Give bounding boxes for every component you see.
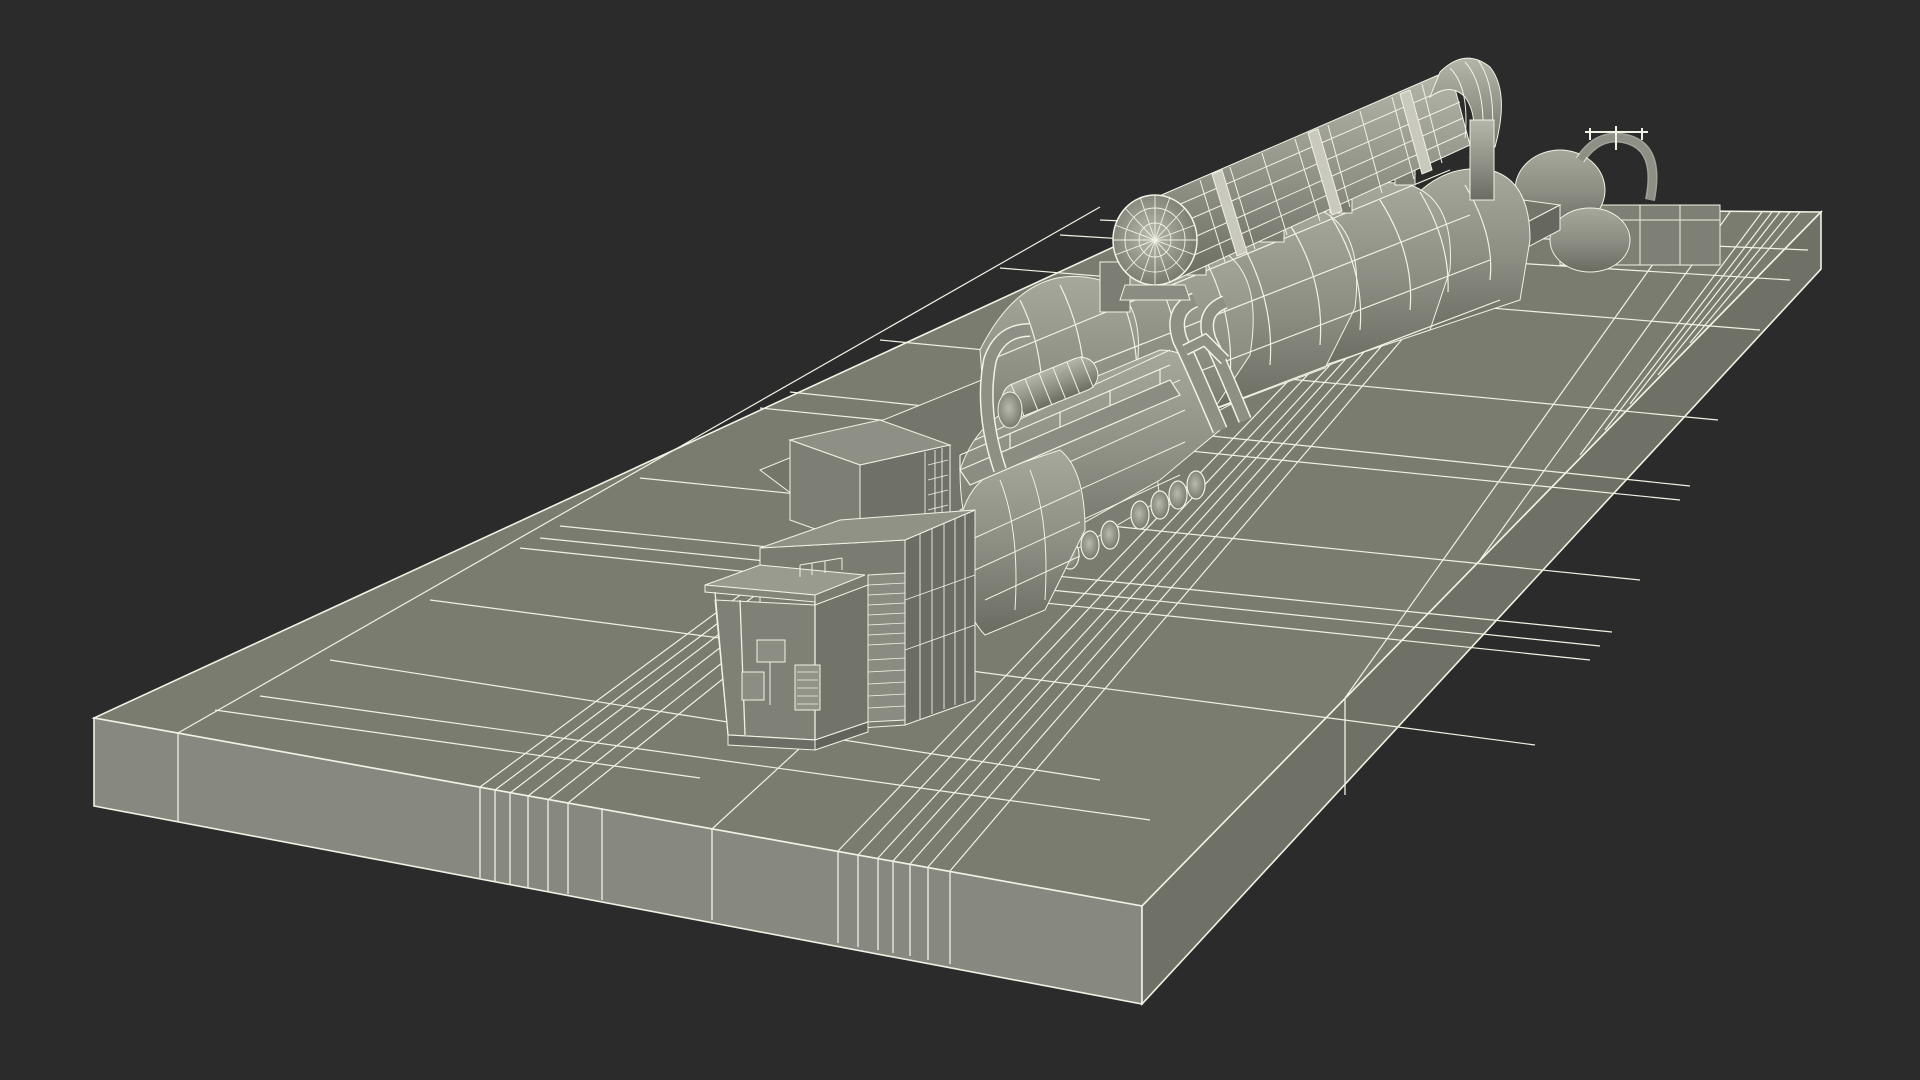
header-downcomer bbox=[1469, 119, 1495, 201]
end-cap-spokes bbox=[1113, 196, 1197, 284]
panel-box-2 bbox=[741, 671, 765, 701]
panel-box-1 bbox=[756, 639, 786, 663]
render-viewport bbox=[0, 0, 1920, 1080]
aux-dome-2 bbox=[1549, 207, 1631, 273]
model-scene bbox=[91, 57, 1823, 1007]
vent-panel bbox=[867, 572, 906, 723]
cabinet-side bbox=[904, 509, 976, 726]
